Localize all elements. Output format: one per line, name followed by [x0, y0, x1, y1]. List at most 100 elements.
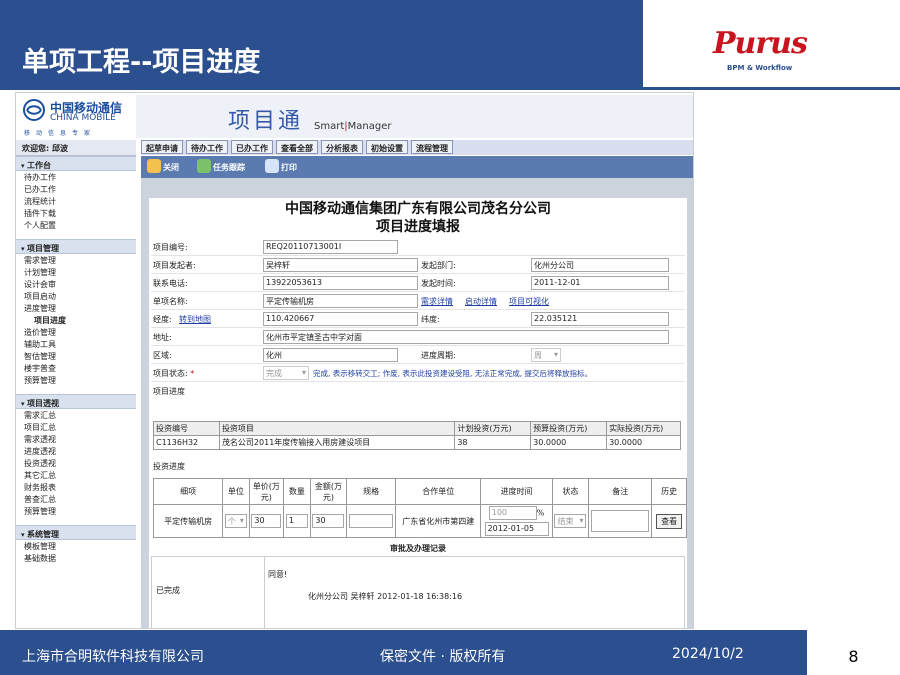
addr-field[interactable]: 化州市平定镇圣古中学对面 — [263, 330, 669, 344]
logo-name: Purus — [713, 26, 808, 61]
product-banner: 项目通 Smart|Manager — [136, 95, 693, 138]
welcome-user: 欢迎您: 邱波 — [16, 140, 136, 156]
sidebar-item[interactable]: 个人配置 — [16, 219, 136, 231]
status-note: 完成, 表示移转交工; 作废, 表示此投资建设受阻, 无法正常完成, 提交后将释… — [313, 369, 592, 378]
nav-done[interactable]: 已办工作 — [231, 140, 273, 154]
state-select[interactable]: 结束 — [554, 514, 587, 528]
sidebar-item[interactable]: 需求透视 — [16, 433, 136, 445]
map-link[interactable]: 转到地图 — [179, 314, 211, 325]
progress-time-cell: 100% 2012-01-05 — [480, 504, 553, 538]
sidebar-item[interactable]: 流程统计 — [16, 195, 136, 207]
sidebar-item[interactable]: 预算管理 — [16, 374, 136, 386]
product-title: 项目通 — [228, 109, 304, 134]
remark-field[interactable] — [591, 510, 650, 532]
sidebar-item[interactable]: 辅助工具 — [16, 338, 136, 350]
sidebar-item[interactable]: 造价管理 — [16, 326, 136, 338]
lat-field[interactable]: 22.035121 — [531, 312, 669, 326]
date-select[interactable]: 2012-01-05 — [484, 522, 549, 536]
progress-form: 中国移动通信集团广东有限公司茂名分公司 项目进度填报 项目编号: REQ20110… — [149, 198, 687, 628]
progress-table: 细项 单位 单价(万元) 数量 金额(万元) 规格 合作单位 进度时间 状态 备… — [152, 478, 687, 538]
row-initiator: 项目发起者: 吴梓轩 发起部门: 化州分公司 — [151, 256, 685, 274]
table-header: 细项 单位 单价(万元) 数量 金额(万元) 规格 合作单位 进度时间 状态 备… — [152, 478, 687, 505]
row-area: 区域: 化州 进度周期: 周 — [151, 346, 685, 364]
sidebar-item[interactable]: 项目启动 — [16, 290, 136, 302]
sidebar-item[interactable]: 财务报表 — [16, 481, 136, 493]
china-mobile-logo: 中国移动通信 CHINA MOBILE 移动信息专家 — [18, 95, 136, 140]
invest-section-label: 投资进度 — [153, 462, 185, 471]
sidebar-item[interactable]: 其它汇总 — [16, 469, 136, 481]
sidebar-item-project-progress[interactable]: 项目进度 — [16, 314, 136, 326]
spec-field[interactable] — [349, 514, 394, 528]
track-icon[interactable] — [197, 159, 211, 173]
sidebar-item[interactable]: 已办工作 — [16, 183, 136, 195]
price-field[interactable]: 30 — [251, 514, 282, 528]
row-phone: 联系电话: 13922053613 发起时间: 2011-12-01 — [151, 274, 685, 292]
sidebar-item[interactable]: 计划管理 — [16, 266, 136, 278]
sidebar-item[interactable]: 模板管理 — [16, 540, 136, 552]
phone-field[interactable]: 13922053613 — [263, 276, 418, 290]
cycle-select[interactable]: 周 — [531, 348, 561, 362]
nav-draft[interactable]: 起草申请 — [141, 140, 183, 154]
history-button[interactable]: 查看 — [656, 513, 683, 529]
nav-flow[interactable]: 流程管理 — [411, 140, 453, 154]
nav-reports[interactable]: 分析报表 — [321, 140, 363, 154]
area-field[interactable]: 化州 — [263, 348, 398, 362]
visual-link[interactable]: 项目可视化 — [509, 296, 549, 307]
unit-select[interactable]: 个 — [224, 514, 247, 528]
start-detail-link[interactable]: 启动详情 — [465, 296, 497, 307]
sidebar-item[interactable]: 进度管理 — [16, 302, 136, 314]
start-time-field[interactable]: 2011-12-01 — [531, 276, 669, 290]
req-detail-link[interactable]: 需求详情 — [421, 296, 453, 307]
sidebar-item[interactable]: 待办工作 — [16, 171, 136, 183]
sidebar-section-system[interactable]: 系统管理 — [16, 525, 136, 540]
sidebar-item[interactable]: 预算管理 — [16, 505, 136, 517]
nav-settings[interactable]: 初始设置 — [366, 140, 408, 154]
content-frame: 中国移动通信集团广东有限公司茂名分公司 项目进度填报 项目编号: REQ20110… — [141, 178, 693, 628]
sidebar-item[interactable]: 设计会审 — [16, 278, 136, 290]
close-icon[interactable] — [147, 159, 161, 173]
lon-field[interactable]: 110.420667 — [263, 312, 418, 326]
top-nav: 起草申请 待办工作 已办工作 查看全部 分析报表 初始设置 流程管理 — [141, 140, 693, 155]
row-addr: 地址: 化州市平定镇圣古中学对面 — [151, 328, 685, 346]
sidebar-item[interactable]: 需求汇总 — [16, 409, 136, 421]
footer-date: 2024/10/2 — [672, 646, 744, 662]
slide-header: 单项工程--项目进度 — [0, 0, 643, 90]
name-field[interactable]: 平定传输机房 — [263, 294, 418, 308]
sidebar-section-workbench[interactable]: 工作台 — [16, 156, 136, 171]
dept-field[interactable]: 化州分公司 — [531, 258, 669, 272]
nav-todo[interactable]: 待办工作 — [186, 140, 228, 154]
sidebar-item[interactable]: 楼宇普查 — [16, 362, 136, 374]
close-button[interactable]: 关闭 — [163, 162, 179, 173]
sidebar-item[interactable]: 插件下载 — [16, 207, 136, 219]
sidebar-item[interactable]: 进度透视 — [16, 445, 136, 457]
qty-field[interactable]: 1 — [285, 514, 308, 528]
sidebar-item[interactable]: 投资透视 — [16, 457, 136, 469]
sidebar-section-project[interactable]: 项目管理 — [16, 239, 136, 254]
china-mobile-icon — [23, 99, 45, 121]
row-status: 项目状态: * 完成 完成, 表示移转交工; 作废, 表示此投资建设受阻, 无法… — [151, 364, 685, 382]
nav-all[interactable]: 查看全部 — [276, 140, 318, 154]
status-select[interactable]: 完成 — [263, 366, 309, 380]
project-no-field[interactable]: REQ20110713001I — [263, 240, 398, 254]
row-section: 项目进度 — [153, 387, 185, 396]
page-number: 8 — [807, 630, 900, 675]
sidebar-item[interactable]: 普查汇总 — [16, 493, 136, 505]
print-button[interactable]: 打印 — [281, 162, 297, 173]
sidebar-item[interactable]: 基础数据 — [16, 552, 136, 564]
amount-field[interactable]: 30 — [312, 514, 345, 528]
initiator-field[interactable]: 吴梓轩 — [263, 258, 418, 272]
form-title: 中国移动通信集团广东有限公司茂名分公司 项目进度填报 — [285, 201, 551, 235]
approval-title: 审批及办理记录 — [390, 544, 446, 553]
approval-signer: 化州分公司 吴梓轩 2012-01-18 16:38:16 — [308, 592, 463, 601]
sidebar-item[interactable]: 项目汇总 — [16, 421, 136, 433]
brand-slogan: 移动信息专家 — [24, 130, 97, 137]
sidebar-item[interactable]: 需求管理 — [16, 254, 136, 266]
table-row: 平定传输机房 个 30 1 30 广东省化州市第四建 100%2012-01-0… — [152, 504, 687, 538]
sidebar-item[interactable]: 智估管理 — [16, 350, 136, 362]
track-button[interactable]: 任务跟踪 — [213, 162, 245, 173]
pct-field[interactable]: 100 — [488, 506, 537, 520]
sidebar-section-insight[interactable]: 项目透视 — [16, 394, 136, 409]
footer-confidential: 保密文件 · 版权所有 — [380, 649, 506, 665]
logo-tagline: BPM & Workflow — [727, 64, 793, 72]
print-icon[interactable] — [265, 159, 279, 173]
